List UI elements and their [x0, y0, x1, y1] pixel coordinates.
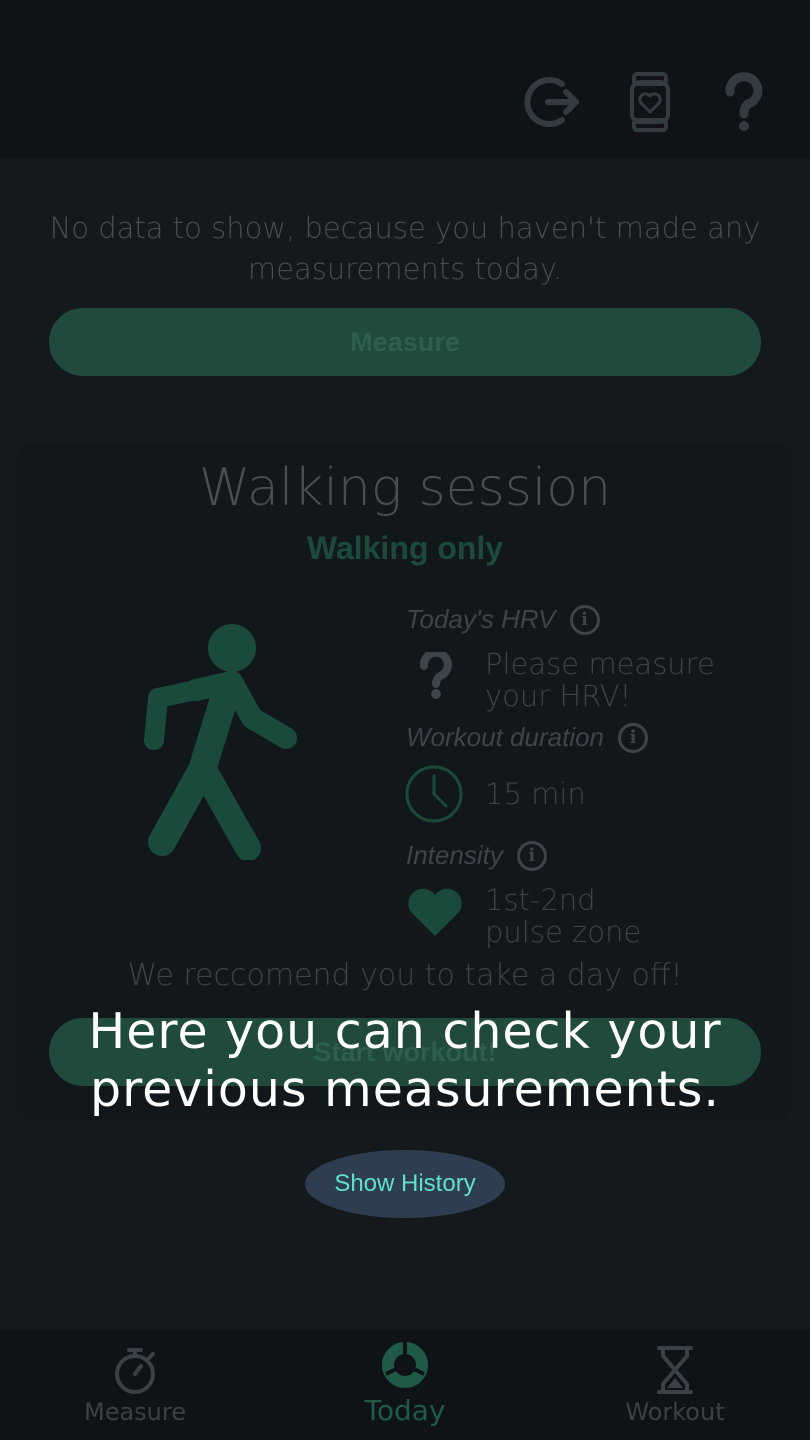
duration-label: Workout duration [406, 722, 604, 752]
session-title: Walking session [198, 458, 612, 518]
logout-icon[interactable] [524, 72, 584, 132]
heart-icon [408, 888, 462, 936]
watch-heart-icon[interactable] [620, 72, 680, 132]
nav-label-workout: Workout [625, 1398, 725, 1426]
intensity-label-row: Intensity i [406, 840, 547, 871]
no-data-message: No data to show, because you haven't mad… [49, 211, 761, 286]
nav-label-today: Today [364, 1394, 446, 1427]
hrv-label: Today's HRV [406, 604, 556, 634]
hrv-label-row: Today's HRV i [406, 604, 600, 635]
nav-item-today[interactable]: Today [270, 1330, 540, 1440]
hrv-value-line2: your HRV! [485, 679, 632, 713]
top-app-bar [0, 0, 810, 158]
hrv-value-line1: Please measure [485, 647, 715, 681]
hourglass-icon [657, 1346, 693, 1394]
intensity-value: 1st-2nd pulse zone [485, 884, 641, 948]
question-mark-icon [419, 652, 452, 699]
duration-value: 15 min [485, 777, 586, 811]
hrv-info-icon[interactable]: i [569, 604, 600, 635]
session-subtitle: Walking only [306, 530, 504, 566]
nav-label-measure: Measure [84, 1398, 186, 1426]
walking-person-icon [144, 624, 297, 860]
intensity-info-icon[interactable]: i [516, 840, 547, 871]
intensity-line1: 1st-2nd [485, 883, 596, 917]
measure-button[interactable]: Measure [49, 308, 761, 376]
show-history-button[interactable]: Show History [305, 1150, 505, 1218]
ring-icon [382, 1342, 428, 1388]
duration-info-icon[interactable]: i [617, 722, 648, 753]
intensity-label: Intensity [406, 840, 503, 870]
hrv-value: Please measure your HRV! [485, 648, 715, 712]
intensity-line2: pulse zone [485, 915, 642, 949]
help-icon[interactable] [714, 72, 774, 132]
tutorial-line2: previous measurements. [89, 1061, 721, 1118]
nav-item-workout[interactable]: Workout [540, 1330, 810, 1440]
nav-item-measure[interactable]: Measure [0, 1330, 270, 1440]
tutorial-message: Here you can check your previous measure… [0, 1003, 810, 1119]
clock-icon [405, 765, 463, 823]
tutorial-line1: Here you can check your [88, 1003, 722, 1060]
recommendation-text: We reccomend you to take a day off! [127, 958, 683, 993]
duration-label-row: Workout duration i [406, 722, 648, 753]
stopwatch-icon [115, 1348, 155, 1394]
